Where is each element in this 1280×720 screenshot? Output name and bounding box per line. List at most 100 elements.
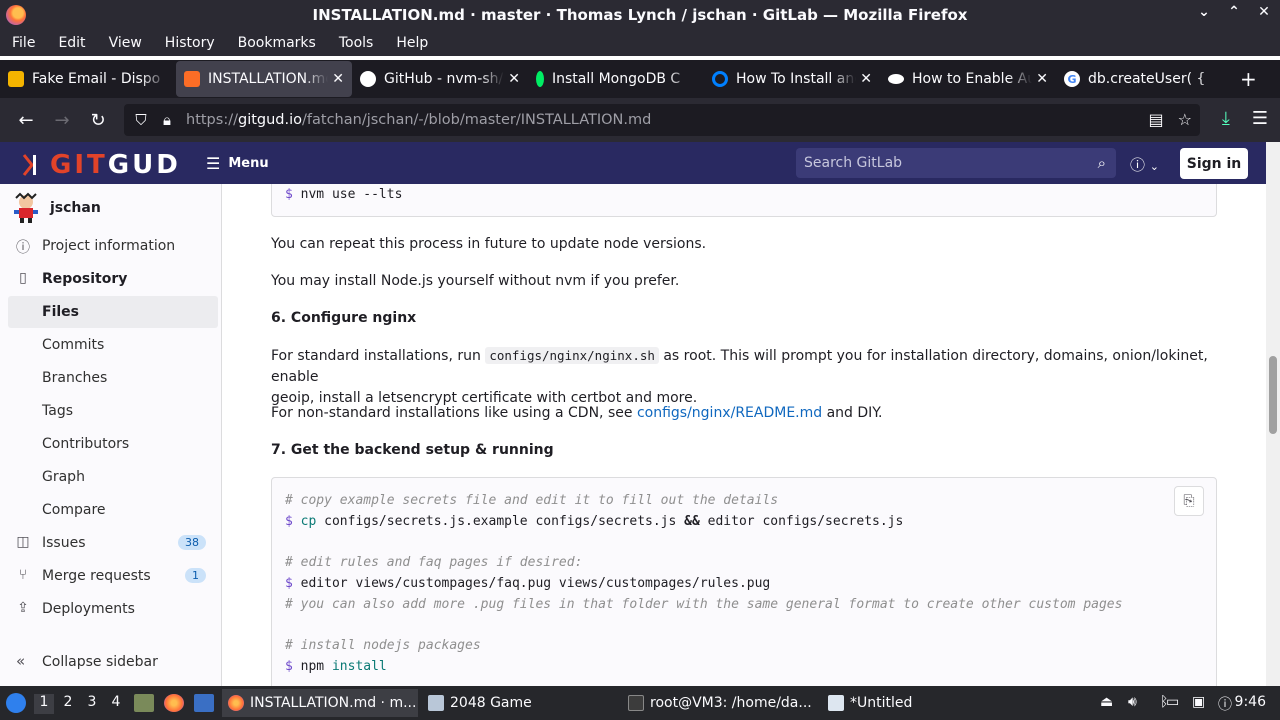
taskbar-window-2048[interactable]: 2048 Game (422, 689, 618, 717)
sidebar-item-project-information[interactable]: ⓘ Project information (8, 230, 218, 262)
workspace-1[interactable]: 1 (34, 694, 54, 714)
minimize-button[interactable]: ⌄ (1196, 4, 1212, 20)
tab-fake-email[interactable]: Fake Email - Dispo (0, 61, 176, 97)
deployments-icon: ⇪ (17, 600, 29, 616)
back-button[interactable]: ← (8, 104, 44, 136)
menu-file[interactable]: File (12, 35, 35, 51)
eject-icon[interactable]: ⏏ (1100, 694, 1113, 710)
hamburger-menu-icon[interactable]: ☰ (1252, 108, 1268, 129)
maximize-button[interactable]: ⌃ (1226, 4, 1242, 20)
menu-view[interactable]: View (109, 35, 142, 51)
reload-button[interactable]: ↻ (80, 104, 116, 136)
sidebar-item-files[interactable]: Files (8, 296, 218, 328)
paragraph: You may install Node.js yourself without… (271, 273, 680, 289)
tab-github-nvm[interactable]: GitHub - nvm-sh/n ✕ (352, 61, 528, 97)
sidebar-item-commits[interactable]: Commits (8, 329, 218, 361)
sidebar-item-merge-requests[interactable]: ⑂ Merge requests 1 (8, 560, 218, 592)
tab-google[interactable]: G db.createUser( { (1056, 61, 1232, 97)
forward-button[interactable]: → (44, 104, 80, 136)
clipboard-icon: ⎘ (1183, 493, 1195, 509)
help-dropdown[interactable]: ⓘ ⌄ (1130, 154, 1159, 175)
url-text[interactable]: https://gitgud.io/fatchan/jschan/-/blob/… (186, 112, 651, 128)
shield-icon[interactable]: ⛉ (128, 111, 154, 129)
sidebar-item-repository[interactable]: ▯ Repository (8, 263, 218, 295)
code-block-nvm: $ nvm use --lts (271, 184, 1217, 217)
lock-icon[interactable]: 🔒︎ (154, 111, 180, 129)
menu-edit[interactable]: Edit (58, 35, 85, 51)
close-tab-icon[interactable]: ✕ (332, 71, 344, 87)
firefox-launcher-icon[interactable] (164, 694, 184, 712)
code-line: $ editor views/custompages/faq.pug views… (285, 576, 771, 591)
repository-icon: ▯ (19, 270, 27, 286)
taskbar-window-firefox[interactable]: INSTALLATION.md · m... (222, 689, 418, 717)
url-bar[interactable]: ⛉ 🔒︎ https://gitgud.io/fatchan/jschan/-/… (124, 104, 1200, 136)
start-menu-icon[interactable] (6, 693, 26, 713)
downloads-icon[interactable]: ⤓ (1222, 108, 1230, 129)
menu-help[interactable]: Help (396, 35, 428, 51)
main-menu-button[interactable]: ☰ Menu (206, 154, 269, 173)
github-icon (360, 71, 376, 87)
text-editor-icon (828, 695, 844, 711)
copy-code-button[interactable]: ⎘ (1174, 486, 1204, 516)
sidebar-project-link[interactable]: jschan (10, 192, 101, 224)
code-block-backend: ⎘ # copy example secrets file and edit i… (271, 477, 1217, 686)
menu-history[interactable]: History (165, 35, 215, 51)
inline-code: configs/nginx/nginx.sh (485, 347, 659, 364)
sidebar-item-deployments[interactable]: ⇪ Deployments (8, 593, 218, 625)
desktop-icon[interactable] (194, 694, 214, 712)
tab-mongodb[interactable]: Install MongoDB C (528, 61, 704, 97)
new-tab-button[interactable]: + (1240, 67, 1257, 91)
close-tab-icon[interactable]: ✕ (1036, 71, 1048, 87)
project-sidebar: jschan ⓘ Project information ▯ Repositor… (0, 184, 222, 686)
workspace-2[interactable]: 2 (58, 694, 78, 714)
merge-requests-count-badge: 1 (185, 568, 206, 583)
code-line: $ cp configs/secrets.js.example configs/… (285, 514, 904, 529)
close-tab-icon[interactable]: ✕ (860, 71, 872, 87)
tab-medium[interactable]: How to Enable Au ✕ (880, 61, 1056, 97)
gitlab-icon (184, 71, 200, 87)
update-notifier-icon[interactable]: ⓘ (1218, 694, 1232, 714)
firefox-icon (228, 695, 244, 711)
sidebar-item-issues[interactable]: ◫ Issues 38 (8, 527, 218, 559)
taskbar-window-terminal[interactable]: root@VM3: /home/da... (622, 689, 818, 717)
taskbar-window-editor[interactable]: *Untitled (822, 689, 1018, 717)
issues-count-badge: 38 (178, 535, 206, 550)
menu-tools[interactable]: Tools (339, 35, 374, 51)
sign-in-button[interactable]: Sign in (1180, 148, 1248, 179)
network-icon[interactable]: ▣ (1192, 694, 1205, 710)
scrollbar-thumb[interactable] (1269, 356, 1277, 434)
navigation-bar: ← → ↻ ⛉ 🔒︎ https://gitgud.io/fatchan/jsc… (0, 98, 1280, 142)
reader-view-icon[interactable]: ▤ (1149, 110, 1164, 129)
sidebar-item-branches[interactable]: Branches (8, 362, 218, 394)
window-titlebar: INSTALLATION.md · master · Thomas Lynch … (0, 0, 1280, 30)
window-icon (428, 695, 444, 711)
nginx-readme-link[interactable]: configs/nginx/README.md (637, 405, 822, 421)
file-manager-icon[interactable] (134, 694, 154, 712)
bookmark-star-icon[interactable]: ☆ (1178, 110, 1192, 129)
sidebar-item-graph[interactable]: Graph (8, 461, 218, 493)
sidebar-item-compare[interactable]: Compare (8, 494, 218, 526)
sidebar-item-contributors[interactable]: Contributors (8, 428, 218, 460)
menu-bookmarks[interactable]: Bookmarks (238, 35, 316, 51)
volume-icon[interactable]: 🔊︎ (1128, 694, 1137, 710)
menu-bar: File Edit View History Bookmarks Tools H… (0, 30, 1280, 56)
heading-configure-nginx: 6. Configure nginx (271, 310, 417, 326)
page-scrollbar[interactable] (1266, 142, 1280, 686)
search-icon: ⌕ (1097, 154, 1106, 172)
collapse-sidebar-button[interactable]: « Collapse sidebar (8, 646, 218, 678)
close-tab-icon[interactable]: ✕ (508, 71, 520, 87)
sidebar-item-tags[interactable]: Tags (8, 395, 218, 427)
workspace-3[interactable]: 3 (82, 694, 102, 714)
merge-request-icon: ⑂ (18, 567, 28, 583)
terminal-icon (628, 695, 644, 711)
clock: 9:46 (1234, 694, 1266, 710)
close-button[interactable]: ✕ (1256, 4, 1272, 20)
search-input[interactable]: Search GitLab ⌕ (796, 148, 1116, 178)
tab-digitalocean[interactable]: How To Install and ✕ (704, 61, 880, 97)
clipboard-tray-icon[interactable]: ▭ (1166, 694, 1179, 710)
workspace-4[interactable]: 4 (106, 694, 126, 714)
code-line: # copy example secrets file and edit it … (285, 493, 779, 508)
tab-installation[interactable]: INSTALLATION.md ✕ (176, 61, 352, 97)
gitgud-logo[interactable]: GIT GUD (22, 150, 181, 180)
project-name: jschan (50, 200, 101, 216)
